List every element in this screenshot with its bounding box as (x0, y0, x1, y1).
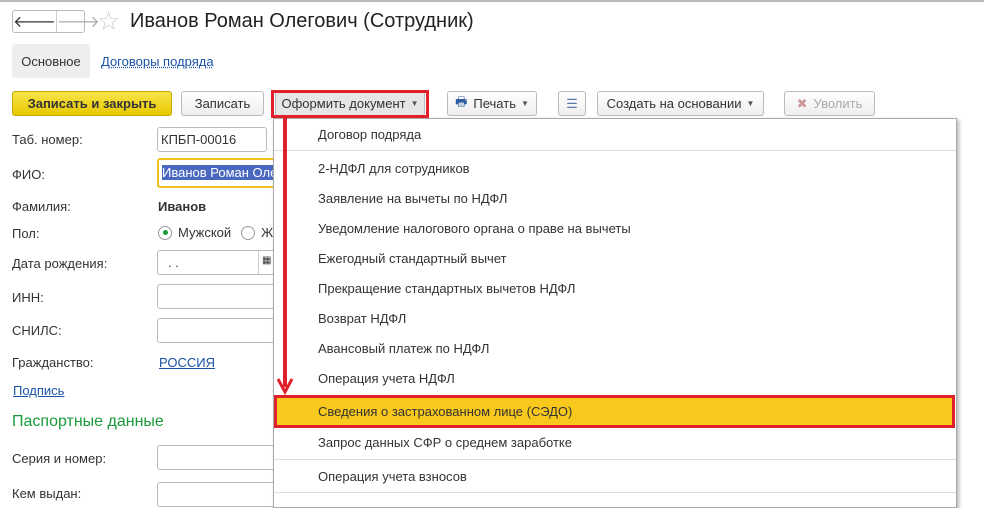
menu-item[interactable]: Запрос данных СФР о среднем заработке (274, 427, 956, 457)
tab-number-label: Таб. номер: (12, 132, 83, 147)
surname-value: Иванов (158, 199, 207, 214)
list-icon: ☰ (566, 95, 578, 111)
print-label: Печать (473, 96, 516, 111)
printer-icon: 🖶 (455, 93, 468, 109)
chevron-down-icon: ▼ (746, 99, 755, 108)
menu-item[interactable]: Договор подряда (274, 119, 956, 149)
annotation-arrow (283, 117, 287, 387)
tab-number-field[interactable]: КПБП-00016 (157, 127, 267, 152)
menu-separator (274, 150, 956, 151)
menu-item[interactable]: Операция учета НДФЛ (274, 363, 956, 393)
tab-main[interactable]: Основное (12, 44, 90, 78)
menu-item[interactable]: Авансовый платеж по НДФЛ (274, 333, 956, 363)
print-button[interactable]: 🖶 Печать ▼ (447, 91, 537, 116)
issued-label: Кем выдан: (12, 486, 82, 501)
menu-item[interactable]: Операция учета взносов (274, 461, 956, 491)
back-button[interactable]: 🡐 (13, 11, 56, 32)
menu-item[interactable]: Заявление на вычеты по НДФЛ (274, 183, 956, 213)
forward-button[interactable]: 🡒 (55, 11, 100, 32)
dismiss-button[interactable]: ✖ Уволить (784, 91, 875, 116)
cancel-icon: ✖ (796, 95, 808, 111)
citizenship-link[interactable]: РОССИЯ (159, 355, 215, 370)
dismiss-label: Уволить (813, 96, 863, 111)
menu-separator (274, 459, 956, 460)
surname-label: Фамилия: (12, 199, 71, 214)
menu-item-highlighted[interactable]: Сведения о застрахованном лице (СЭДО) (274, 395, 955, 428)
citizenship-label: Гражданство: (12, 355, 94, 370)
series-label: Серия и номер: (12, 451, 107, 466)
save-close-button[interactable]: Записать и закрыть (12, 91, 172, 116)
birth-value: . . (168, 255, 179, 270)
annotation-arrowhead-icon (276, 378, 294, 395)
fio-field[interactable]: Иванов Роман Оле (157, 158, 287, 188)
snils-label: СНИЛС: (12, 323, 62, 338)
fio-value: Иванов Роман Оле (162, 165, 278, 180)
passport-section-title: Паспортные данные (12, 413, 164, 430)
tab-contracts[interactable]: Договоры подряда (101, 54, 214, 69)
create-based-button[interactable]: Создать на основании ▼ (597, 91, 764, 116)
menu-item[interactable]: Возврат НДФЛ (274, 303, 956, 333)
fio-label: ФИО: (12, 167, 45, 182)
favorite-star-icon[interactable]: ☆ (97, 6, 120, 37)
menu-item[interactable]: Уведомление налогового органа о праве на… (274, 213, 956, 243)
gender-radio-group: Мужской Ж (158, 225, 273, 240)
inn-label: ИНН: (12, 290, 44, 305)
gender-male-label: Мужской (178, 225, 232, 240)
menu-separator (274, 492, 956, 493)
menu-item[interactable]: 2-НДФЛ для сотрудников (274, 153, 956, 183)
menu-item[interactable]: Ежегодный стандартный вычет (274, 243, 956, 273)
radio-male[interactable] (158, 225, 172, 240)
gender-female-label: Ж (261, 225, 274, 240)
annotation-highlight-box (271, 90, 429, 118)
birth-label: Дата рождения: (12, 256, 108, 271)
create-based-label: Создать на основании (606, 96, 742, 111)
radio-female[interactable] (241, 225, 256, 240)
signature-link[interactable]: Подпись (13, 383, 64, 398)
nav-buttons: 🡐 🡒 (12, 10, 100, 33)
save-button[interactable]: Записать (181, 91, 264, 116)
create-document-menu: Договор подряда 2-НДФЛ для сотрудников З… (273, 118, 957, 508)
page-title: Иванов Роман Олегович (Сотрудник) (130, 10, 474, 32)
calendar-icon[interactable]: ▦ (258, 251, 274, 274)
top-border (0, 0, 984, 2)
gender-label: Пол: (12, 226, 40, 241)
menu-item[interactable]: Прекращение стандартных вычетов НДФЛ (274, 273, 956, 303)
list-button[interactable]: ☰ (558, 91, 586, 116)
chevron-down-icon: ▼ (520, 99, 529, 108)
